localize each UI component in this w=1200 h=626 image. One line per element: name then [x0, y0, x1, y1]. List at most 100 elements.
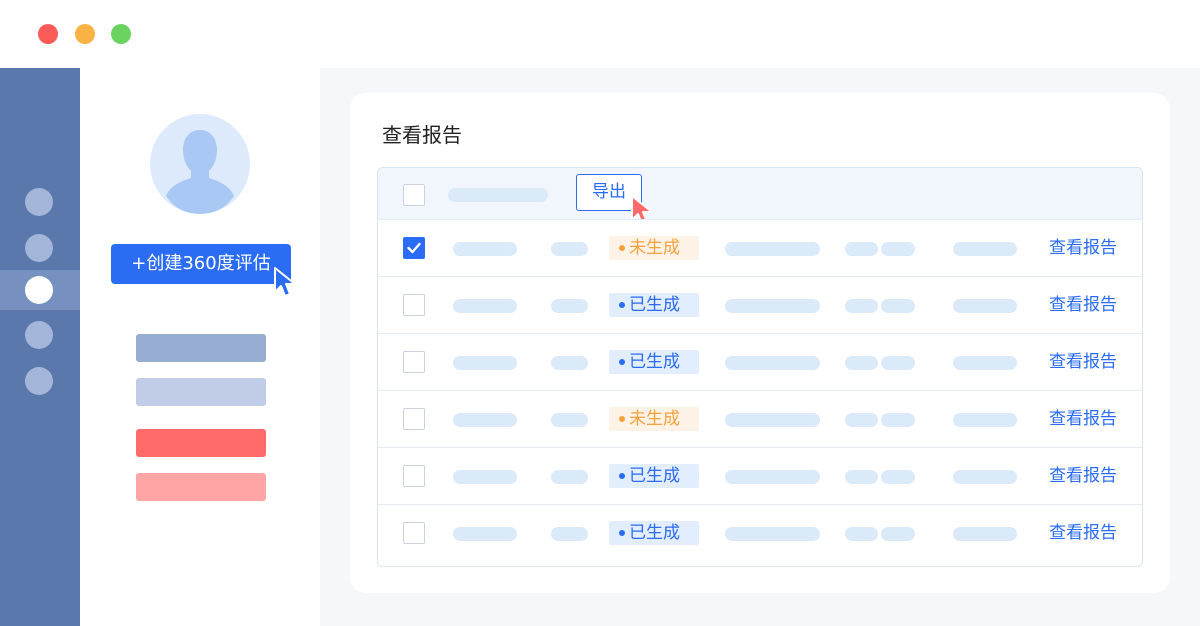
profile-panel: +创建360度评估 — [80, 68, 320, 626]
status-dot-icon — [619, 416, 625, 422]
placeholder-text — [453, 242, 517, 256]
placeholder-text — [845, 299, 878, 313]
placeholder-text — [881, 413, 915, 427]
page-title: 查看报告 — [382, 123, 462, 147]
view-report-link[interactable]: 查看报告 — [1049, 407, 1117, 431]
sidebar-item-5[interactable] — [0, 361, 80, 401]
placeholder-text — [953, 527, 1017, 541]
view-report-link[interactable]: 查看报告 — [1049, 350, 1117, 374]
status-badge: 未生成 — [609, 407, 699, 431]
status-text: 已生成 — [629, 466, 680, 486]
close-window-button[interactable] — [38, 24, 58, 44]
status-dot-icon — [619, 245, 625, 251]
status-badge: 已生成 — [609, 293, 699, 317]
view-report-link[interactable]: 查看报告 — [1049, 293, 1117, 317]
placeholder-text — [881, 470, 915, 484]
sidebar-item-1[interactable] — [0, 182, 80, 222]
title-bar — [0, 0, 1200, 68]
status-text: 已生成 — [629, 523, 680, 543]
status-badge: 已生成 — [609, 464, 699, 488]
row-checkbox[interactable] — [403, 465, 425, 487]
status-badge: 未生成 — [609, 236, 699, 260]
placeholder-text — [551, 242, 588, 256]
placeholder-text — [953, 470, 1017, 484]
avatar — [150, 114, 250, 214]
sidebar-rail — [0, 68, 80, 626]
placeholder-block — [136, 334, 266, 362]
row-checkbox[interactable] — [403, 522, 425, 544]
create-360-evaluation-button[interactable]: +创建360度评估 — [111, 244, 291, 284]
placeholder-text — [453, 413, 517, 427]
nav-dot-icon — [25, 276, 53, 304]
placeholder-text — [845, 527, 878, 541]
placeholder-text — [845, 356, 878, 370]
table-row[interactable]: 未生成 查看报告 — [378, 219, 1142, 276]
placeholder-text — [845, 242, 878, 256]
view-report-link[interactable]: 查看报告 — [1049, 464, 1117, 488]
placeholder-text — [725, 356, 820, 370]
status-badge: 已生成 — [609, 350, 699, 374]
placeholder-block — [136, 429, 266, 457]
placeholder-text — [551, 413, 588, 427]
status-text: 未生成 — [629, 238, 680, 258]
placeholder-text — [953, 356, 1017, 370]
table-row[interactable]: 已生成 查看报告 — [378, 504, 1142, 561]
placeholder-text — [448, 188, 548, 202]
mouse-pointer-icon — [274, 267, 296, 297]
placeholder-text — [881, 242, 915, 256]
main-content: 查看报告 导出 未生成 查看报告 已生成 查看报告 已生成 查看报告 未生成 查… — [320, 68, 1200, 626]
row-checkbox[interactable] — [403, 294, 425, 316]
status-badge: 已生成 — [609, 521, 699, 545]
placeholder-block — [136, 473, 266, 501]
placeholder-text — [551, 470, 588, 484]
placeholder-text — [845, 470, 878, 484]
report-table: 导出 未生成 查看报告 已生成 查看报告 已生成 查看报告 未生成 查看报告 已… — [377, 167, 1143, 567]
minimize-window-button[interactable] — [75, 24, 95, 44]
sidebar-item-3-active[interactable] — [0, 270, 80, 310]
user-silhouette-icon — [166, 130, 234, 214]
placeholder-text — [845, 413, 878, 427]
placeholder-text — [453, 299, 517, 313]
placeholder-text — [953, 299, 1017, 313]
placeholder-text — [725, 527, 820, 541]
table-row[interactable]: 已生成 查看报告 — [378, 333, 1142, 390]
nav-dot-icon — [25, 321, 53, 349]
status-dot-icon — [619, 473, 625, 479]
status-text: 未生成 — [629, 409, 680, 429]
placeholder-text — [881, 299, 915, 313]
status-text: 已生成 — [629, 352, 680, 372]
app-window: +创建360度评估 查看报告 导出 未生成 查看报告 已生成 查看报告 已生成 … — [0, 0, 1200, 626]
table-row[interactable]: 已生成 查看报告 — [378, 447, 1142, 504]
row-checkbox[interactable] — [403, 351, 425, 373]
placeholder-text — [953, 242, 1017, 256]
nav-dot-icon — [25, 234, 53, 262]
placeholder-text — [453, 527, 517, 541]
report-card: 查看报告 导出 未生成 查看报告 已生成 查看报告 已生成 查看报告 未生成 查… — [350, 93, 1170, 593]
nav-dot-icon — [25, 188, 53, 216]
placeholder-text — [725, 470, 820, 484]
sidebar-item-2[interactable] — [0, 228, 80, 268]
placeholder-text — [725, 242, 820, 256]
placeholder-text — [551, 527, 588, 541]
placeholder-text — [551, 356, 588, 370]
table-row[interactable]: 已生成 查看报告 — [378, 276, 1142, 333]
row-checkbox[interactable] — [403, 237, 425, 259]
placeholder-text — [453, 470, 517, 484]
placeholder-text — [453, 356, 517, 370]
placeholder-text — [725, 299, 820, 313]
select-all-checkbox[interactable] — [403, 184, 425, 206]
table-row[interactable]: 未生成 查看报告 — [378, 390, 1142, 447]
status-text: 已生成 — [629, 295, 680, 315]
sidebar-item-4[interactable] — [0, 315, 80, 355]
status-dot-icon — [619, 530, 625, 536]
placeholder-text — [881, 527, 915, 541]
table-header: 导出 — [378, 168, 1142, 225]
placeholder-text — [953, 413, 1017, 427]
placeholder-text — [881, 356, 915, 370]
maximize-window-button[interactable] — [111, 24, 131, 44]
view-report-link[interactable]: 查看报告 — [1049, 521, 1117, 545]
view-report-link[interactable]: 查看报告 — [1049, 236, 1117, 260]
placeholder-block — [136, 378, 266, 406]
row-checkbox[interactable] — [403, 408, 425, 430]
placeholder-text — [551, 299, 588, 313]
